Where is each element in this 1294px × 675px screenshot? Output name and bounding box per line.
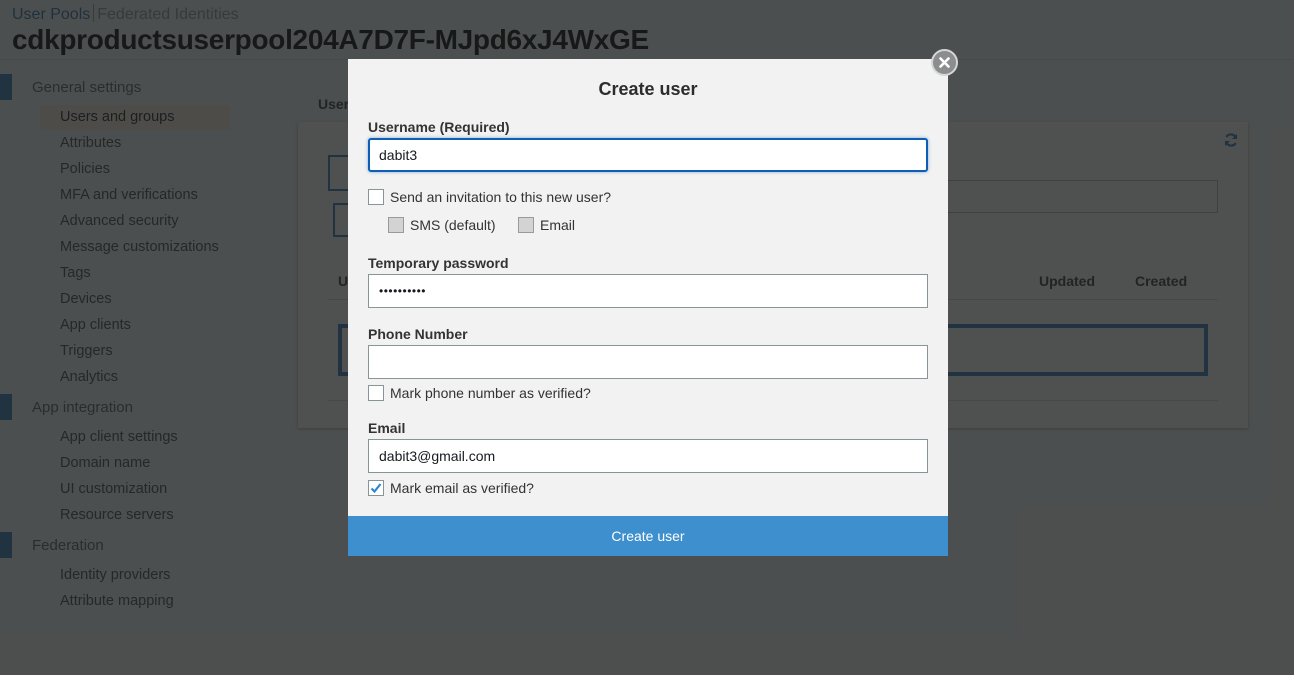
phone-label: Phone Number bbox=[368, 326, 468, 342]
sms-option-row[interactable]: SMS (default) bbox=[388, 217, 496, 233]
temp-password-input[interactable] bbox=[368, 274, 928, 308]
email-label: Email bbox=[368, 420, 406, 436]
email-verified-label: Mark email as verified? bbox=[390, 480, 534, 496]
create-user-dialog: Create user Username (Required) Send an … bbox=[348, 59, 948, 556]
email-invite-option-row[interactable]: Email bbox=[518, 217, 575, 233]
dialog-title: Create user bbox=[598, 79, 698, 99]
send-invitation-checkbox[interactable] bbox=[368, 189, 384, 205]
sms-checkbox[interactable] bbox=[388, 217, 404, 233]
checkmark-icon bbox=[370, 483, 382, 494]
email-invite-label: Email bbox=[540, 217, 576, 233]
username-input[interactable] bbox=[368, 138, 928, 172]
create-user-button[interactable]: Create user bbox=[348, 516, 948, 556]
send-invitation-label: Send an invitation to this new user? bbox=[390, 189, 612, 205]
send-invitation-checkbox-row[interactable]: Send an invitation to this new user? bbox=[368, 189, 611, 205]
phone-verified-label: Mark phone number as verified? bbox=[390, 385, 591, 401]
phone-verified-row[interactable]: Mark phone number as verified? bbox=[368, 385, 591, 401]
sms-label: SMS (default) bbox=[410, 217, 496, 233]
email-invite-checkbox[interactable] bbox=[518, 217, 534, 233]
close-dialog-button[interactable] bbox=[931, 49, 958, 76]
email-input[interactable] bbox=[368, 439, 928, 473]
phone-verified-checkbox[interactable] bbox=[368, 385, 384, 401]
temp-password-label: Temporary password bbox=[368, 255, 509, 271]
close-icon bbox=[939, 57, 950, 68]
email-verified-checkbox[interactable] bbox=[368, 480, 384, 496]
email-verified-row[interactable]: Mark email as verified? bbox=[368, 480, 534, 496]
username-label: Username (Required) bbox=[368, 119, 510, 135]
phone-input[interactable] bbox=[368, 345, 928, 379]
